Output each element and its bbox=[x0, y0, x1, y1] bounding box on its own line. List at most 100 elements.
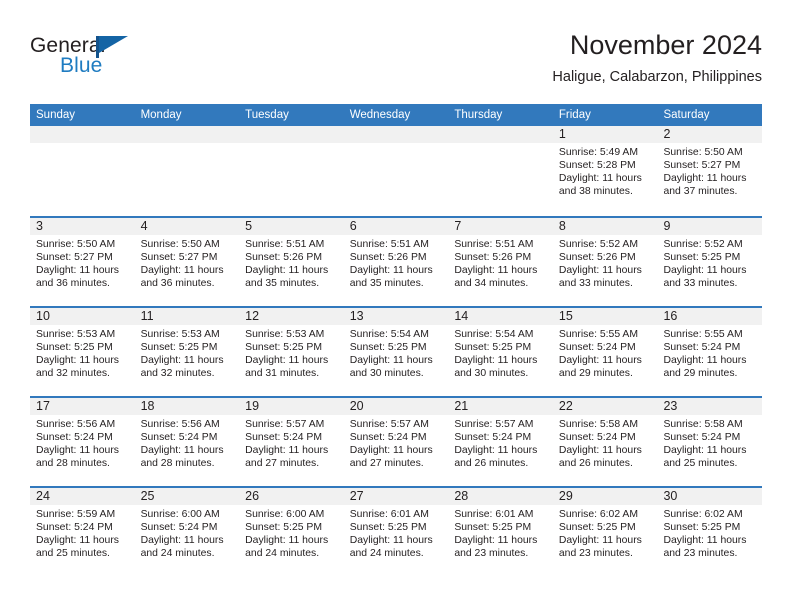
daylight-duration-line2: and 28 minutes. bbox=[140, 458, 215, 470]
day-number: 6 bbox=[343, 218, 449, 235]
calendar-day-cell[interactable]: 15 Sunrise: 5:55 AM Sunset: 5:24 PM Dayligh… bbox=[552, 308, 658, 396]
sunrise-time: Sunrise: 5:53 AM bbox=[245, 329, 325, 340]
day-number: 19 bbox=[239, 398, 344, 415]
daylight-duration-line2: and 25 minutes. bbox=[36, 548, 110, 560]
calendar-day-cell[interactable]: 30 Sunrise: 6:02 AM Sunset: 5:25 PM Dayligh… bbox=[657, 488, 763, 576]
calendar-day-cell[interactable]: 10 Sunrise: 5:53 AM Sunset: 5:25 PM Dayligh… bbox=[30, 308, 135, 396]
sunrise-time: Sunrise: 5:58 AM bbox=[558, 419, 639, 430]
day-sun-info: Sunrise: 5:55 AM Sunset: 5:24 PM Daylight:… bbox=[657, 325, 762, 380]
sunrise-time: Sunrise: 5:49 AM bbox=[558, 147, 639, 158]
calendar-day-cell[interactable]: 4 Sunrise: 5:50 AM Sunset: 5:27 PM Daylight… bbox=[134, 218, 240, 306]
calendar-day-cell[interactable]: 1 Sunrise: 5:49 AM Sunset: 5:28 PM Daylight… bbox=[552, 126, 658, 216]
calendar-day-cell[interactable]: 29 Sunrise: 6:02 AM Sunset: 5:25 PM Dayligh… bbox=[552, 488, 658, 576]
daylight-duration-line2: and 31 minutes. bbox=[245, 368, 320, 380]
calendar-day-cell[interactable]: 19 Sunrise: 5:57 AM Sunset: 5:24 PM Dayligh… bbox=[239, 398, 344, 486]
sunrise-time: Sunrise: 5:59 AM bbox=[36, 509, 116, 520]
calendar-day-cell[interactable]: 16 Sunrise: 5:55 AM Sunset: 5:24 PM Dayligh… bbox=[657, 308, 763, 396]
day-number: 27 bbox=[343, 488, 449, 505]
day-sun-info: Sunrise: 5:50 AM Sunset: 5:27 PM Daylight:… bbox=[657, 143, 762, 198]
daylight-duration-line1: Daylight: 11 hours bbox=[558, 173, 642, 185]
daylight-duration-line2: and 26 minutes. bbox=[454, 458, 529, 470]
daylight-duration-line2: and 23 minutes. bbox=[454, 548, 529, 560]
sunset-time: Sunset: 5:25 PM bbox=[140, 342, 218, 354]
calendar-week-row: 17 Sunrise: 5:56 AM Sunset: 5:24 PM Dayligh… bbox=[30, 396, 763, 486]
weekday-thursday: Thursday bbox=[454, 109, 503, 121]
calendar-day-cell[interactable]: 18 Sunrise: 5:56 AM Sunset: 5:24 PM Dayligh… bbox=[134, 398, 240, 486]
daylight-duration-line2: and 29 minutes. bbox=[558, 368, 633, 380]
day-sun-info: Sunrise: 6:01 AM Sunset: 5:25 PM Daylight:… bbox=[448, 505, 553, 560]
day-number: 14 bbox=[448, 308, 553, 325]
calendar-page: General Blue November 2024 Haligue, Cala… bbox=[0, 0, 792, 612]
calendar-day-cell[interactable]: 25 Sunrise: 6:00 AM Sunset: 5:24 PM Dayligh… bbox=[134, 488, 240, 576]
daylight-duration-line1: Daylight: 11 hours bbox=[245, 265, 329, 277]
daylight-duration-line1: Daylight: 11 hours bbox=[558, 355, 642, 367]
calendar-day-cell[interactable]: 3 Sunrise: 5:50 AM Sunset: 5:27 PM Daylight… bbox=[30, 218, 135, 306]
day-sun-info: Sunrise: 5:56 AM Sunset: 5:24 PM Daylight:… bbox=[30, 415, 135, 470]
sunrise-time: Sunrise: 5:54 AM bbox=[454, 329, 534, 340]
calendar-day-cell[interactable]: 24 Sunrise: 5:59 AM Sunset: 5:24 PM Dayligh… bbox=[30, 488, 135, 576]
day-number bbox=[30, 126, 135, 143]
calendar-day-cell[interactable]: 13 Sunrise: 5:54 AM Sunset: 5:25 PM Dayligh… bbox=[343, 308, 449, 396]
day-number: 18 bbox=[134, 398, 240, 415]
daylight-duration-line1: Daylight: 11 hours bbox=[36, 535, 119, 547]
calendar-day-cell[interactable]: 7 Sunrise: 5:51 AM Sunset: 5:26 PM Daylight… bbox=[448, 218, 553, 306]
day-number bbox=[239, 126, 344, 143]
day-sun-info: Sunrise: 6:01 AM Sunset: 5:25 PM Daylight:… bbox=[344, 505, 449, 560]
calendar-day-cell[interactable]: 14 Sunrise: 5:54 AM Sunset: 5:25 PM Dayligh… bbox=[448, 308, 553, 396]
calendar-day-cell[interactable]: 23 Sunrise: 5:58 AM Sunset: 5:24 PM Dayligh… bbox=[657, 398, 763, 486]
day-sun-info: Sunrise: 5:52 AM Sunset: 5:26 PM Daylight:… bbox=[553, 235, 658, 290]
sunrise-time: Sunrise: 5:57 AM bbox=[349, 419, 429, 430]
day-sun-info: Sunrise: 5:53 AM Sunset: 5:25 PM Daylight:… bbox=[135, 325, 240, 380]
brand-logo[interactable]: General Blue bbox=[30, 34, 260, 82]
calendar-day-cell[interactable]: 6 Sunrise: 5:51 AM Sunset: 5:26 PM Daylight… bbox=[343, 218, 449, 306]
sunrise-time: Sunrise: 5:54 AM bbox=[349, 329, 429, 340]
sunset-time: Sunset: 5:24 PM bbox=[663, 432, 741, 444]
title-block: November 2024 Haligue, Calabarzon, Phili… bbox=[552, 28, 762, 86]
calendar-day-cell[interactable]: 17 Sunrise: 5:56 AM Sunset: 5:24 PM Dayligh… bbox=[30, 398, 135, 486]
daylight-duration-line2: and 29 minutes. bbox=[663, 368, 738, 380]
daylight-duration-line2: and 37 minutes. bbox=[663, 186, 738, 198]
sunset-time: Sunset: 5:25 PM bbox=[36, 342, 113, 354]
daylight-duration-line1: Daylight: 11 hours bbox=[663, 265, 747, 277]
day-sun-info: Sunrise: 5:51 AM Sunset: 5:26 PM Daylight:… bbox=[448, 235, 553, 290]
calendar-day-cell[interactable]: 28 Sunrise: 6:01 AM Sunset: 5:25 PM Dayligh… bbox=[448, 488, 553, 576]
calendar-day-cell[interactable]: 8 Sunrise: 5:52 AM Sunset: 5:26 PM Daylight… bbox=[552, 218, 658, 306]
day-number: 7 bbox=[448, 218, 553, 235]
day-sun-info: Sunrise: 5:58 AM Sunset: 5:24 PM Daylight:… bbox=[553, 415, 658, 470]
calendar-day-cell[interactable]: 22 Sunrise: 5:58 AM Sunset: 5:24 PM Dayligh… bbox=[552, 398, 658, 486]
calendar-day-cell[interactable]: 11 Sunrise: 5:53 AM Sunset: 5:25 PM Dayligh… bbox=[134, 308, 240, 396]
calendar-day-cell[interactable]: 21 Sunrise: 5:57 AM Sunset: 5:24 PM Dayligh… bbox=[448, 398, 553, 486]
day-number: 2 bbox=[657, 126, 763, 143]
sunset-time: Sunset: 5:25 PM bbox=[245, 522, 322, 534]
daylight-duration-line1: Daylight: 11 hours bbox=[245, 445, 329, 457]
calendar-day-cell[interactable]: 12 Sunrise: 5:53 AM Sunset: 5:25 PM Dayligh… bbox=[239, 308, 344, 396]
calendar-day-cell-empty bbox=[134, 126, 240, 216]
daylight-duration-line1: Daylight: 11 hours bbox=[454, 355, 538, 367]
daylight-duration-line1: Daylight: 11 hours bbox=[558, 535, 642, 547]
daylight-duration-line1: Daylight: 11 hours bbox=[663, 535, 747, 547]
calendar-week-row: 3 Sunrise: 5:50 AM Sunset: 5:27 PM Daylight… bbox=[30, 216, 763, 306]
daylight-duration-line2: and 24 minutes. bbox=[349, 548, 424, 560]
sunset-time: Sunset: 5:25 PM bbox=[454, 342, 532, 354]
calendar-day-cell-empty bbox=[239, 126, 344, 216]
day-number bbox=[343, 126, 449, 143]
sunrise-time: Sunrise: 5:55 AM bbox=[558, 329, 639, 340]
calendar-day-cell[interactable]: 26 Sunrise: 6:00 AM Sunset: 5:25 PM Dayligh… bbox=[239, 488, 344, 576]
calendar-day-cell[interactable]: 20 Sunrise: 5:57 AM Sunset: 5:24 PM Dayligh… bbox=[343, 398, 449, 486]
daylight-duration-line2: and 32 minutes. bbox=[140, 368, 215, 380]
day-number: 30 bbox=[657, 488, 763, 505]
daylight-duration-line1: Daylight: 11 hours bbox=[349, 535, 433, 547]
calendar-day-cell[interactable]: 9 Sunrise: 5:52 AM Sunset: 5:25 PM Daylight… bbox=[657, 218, 763, 306]
day-sun-info: Sunrise: 5:57 AM Sunset: 5:24 PM Daylight:… bbox=[239, 415, 344, 470]
weekday-header-row: Sunday Monday Tuesday Wednesday Thursday… bbox=[30, 104, 762, 126]
day-number: 23 bbox=[657, 398, 763, 415]
daylight-duration-line1: Daylight: 11 hours bbox=[558, 445, 642, 457]
calendar-day-cell[interactable]: 5 Sunrise: 5:51 AM Sunset: 5:26 PM Daylight… bbox=[239, 218, 344, 306]
daylight-duration-line1: Daylight: 11 hours bbox=[349, 445, 433, 457]
calendar-week-row: 1 Sunrise: 5:49 AM Sunset: 5:28 PM Daylight… bbox=[30, 126, 763, 216]
sunrise-time: Sunrise: 5:50 AM bbox=[663, 147, 743, 158]
daylight-duration-line1: Daylight: 11 hours bbox=[140, 265, 224, 277]
calendar-day-cell[interactable]: 2 Sunrise: 5:50 AM Sunset: 5:27 PM Daylight… bbox=[657, 126, 763, 216]
daylight-duration-line2: and 27 minutes. bbox=[245, 458, 320, 470]
calendar-day-cell[interactable]: 27 Sunrise: 6:01 AM Sunset: 5:25 PM Dayligh… bbox=[343, 488, 449, 576]
